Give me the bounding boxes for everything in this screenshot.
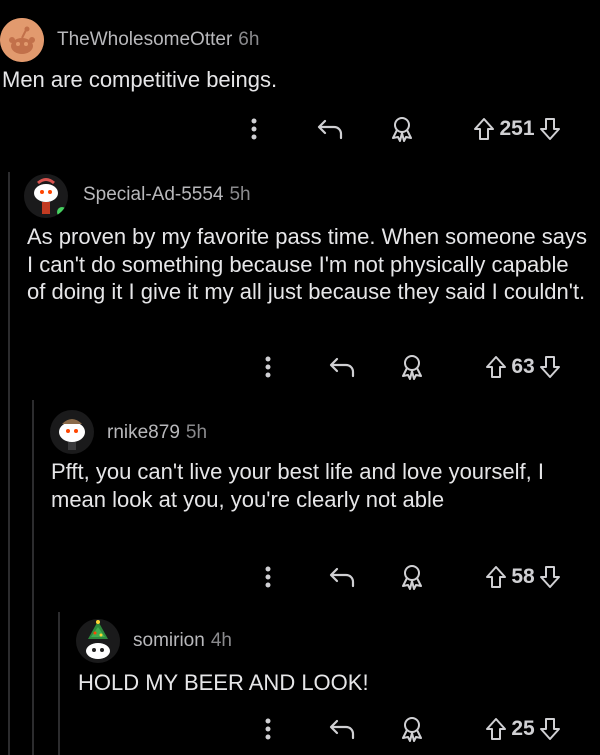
award-icon xyxy=(392,117,412,142)
comment-body: Pfft, you can't live your best life and … xyxy=(51,459,544,512)
username[interactable]: Special-Ad-5554 xyxy=(83,184,223,205)
upvote-arrow-icon[interactable] xyxy=(473,117,495,141)
award-icon xyxy=(402,355,422,380)
comment-age: 6h xyxy=(238,29,260,50)
vote-controls: 251 xyxy=(458,114,576,144)
downvote-arrow-icon[interactable] xyxy=(539,565,561,589)
reply-icon xyxy=(317,119,343,140)
reply-button[interactable] xyxy=(326,714,358,744)
downvote-arrow-icon[interactable] xyxy=(539,355,561,379)
username[interactable]: TheWholesomeOtter xyxy=(57,29,232,50)
award-button[interactable] xyxy=(396,562,428,592)
avatar[interactable] xyxy=(24,174,68,218)
vote-controls: 63 xyxy=(470,352,576,382)
comment-header: Special-Ad-5554 5h xyxy=(83,184,251,206)
downvote-arrow-icon[interactable] xyxy=(539,117,561,141)
comment-header: rnike879 5h xyxy=(107,422,207,444)
comment-age: 5h xyxy=(185,422,208,443)
more-options-button[interactable] xyxy=(258,352,278,382)
comment-body: Men are competitive beings. xyxy=(2,67,278,92)
comment-actions: 63 xyxy=(0,352,600,382)
more-options-button[interactable] xyxy=(258,562,278,592)
username[interactable]: somirion xyxy=(133,630,205,651)
username[interactable]: rnike879 xyxy=(107,422,180,443)
vote-controls: 25 xyxy=(470,714,576,744)
vote-score: 251 xyxy=(499,117,535,140)
reply-button[interactable] xyxy=(326,562,358,592)
upvote-arrow-icon[interactable] xyxy=(485,717,507,741)
comment-header: TheWholesomeOtter 6h xyxy=(57,29,259,51)
snoo-avatar-icon xyxy=(34,178,67,217)
more-options-button[interactable] xyxy=(244,114,264,144)
avatar[interactable] xyxy=(50,410,94,454)
reply-icon xyxy=(329,357,355,378)
snoo-avatar-icon xyxy=(59,419,85,450)
comment-age: 5h xyxy=(229,184,251,205)
reply-button[interactable] xyxy=(314,114,346,144)
more-options-button[interactable] xyxy=(258,714,278,744)
more-options-icon xyxy=(265,718,271,740)
comment-header: somirion 4h xyxy=(133,630,232,652)
comment-body: HOLD MY BEER AND LOOK! xyxy=(78,670,369,695)
avatar[interactable] xyxy=(0,18,44,62)
upvote-arrow-icon[interactable] xyxy=(485,355,507,379)
award-button[interactable] xyxy=(386,114,418,144)
award-icon xyxy=(402,717,422,742)
vote-score: 25 xyxy=(511,717,535,740)
thread-line-level-1[interactable] xyxy=(8,172,10,755)
award-icon xyxy=(402,565,422,590)
award-button[interactable] xyxy=(396,352,428,382)
vote-score: 58 xyxy=(511,565,535,588)
more-options-icon xyxy=(265,566,271,588)
snoo-orange-avatar-icon xyxy=(0,18,44,62)
comment-actions: 58 xyxy=(0,562,600,592)
more-options-icon xyxy=(265,356,271,378)
comment-actions: 251 xyxy=(0,114,600,144)
award-button[interactable] xyxy=(396,714,428,744)
snoo-christmas-tree-avatar-icon xyxy=(86,620,110,659)
avatar[interactable] xyxy=(76,619,120,663)
comment-actions: 25 xyxy=(0,714,600,744)
upvote-arrow-icon[interactable] xyxy=(485,565,507,589)
vote-score: 63 xyxy=(511,355,535,378)
vote-controls: 58 xyxy=(470,562,576,592)
reply-button[interactable] xyxy=(326,352,358,382)
downvote-arrow-icon[interactable] xyxy=(539,717,561,741)
reply-icon xyxy=(329,719,355,740)
comment-body: As proven by my favorite pass time. When… xyxy=(27,224,588,304)
comment-age: 4h xyxy=(210,630,232,651)
reply-icon xyxy=(329,567,355,588)
more-options-icon xyxy=(251,118,257,140)
